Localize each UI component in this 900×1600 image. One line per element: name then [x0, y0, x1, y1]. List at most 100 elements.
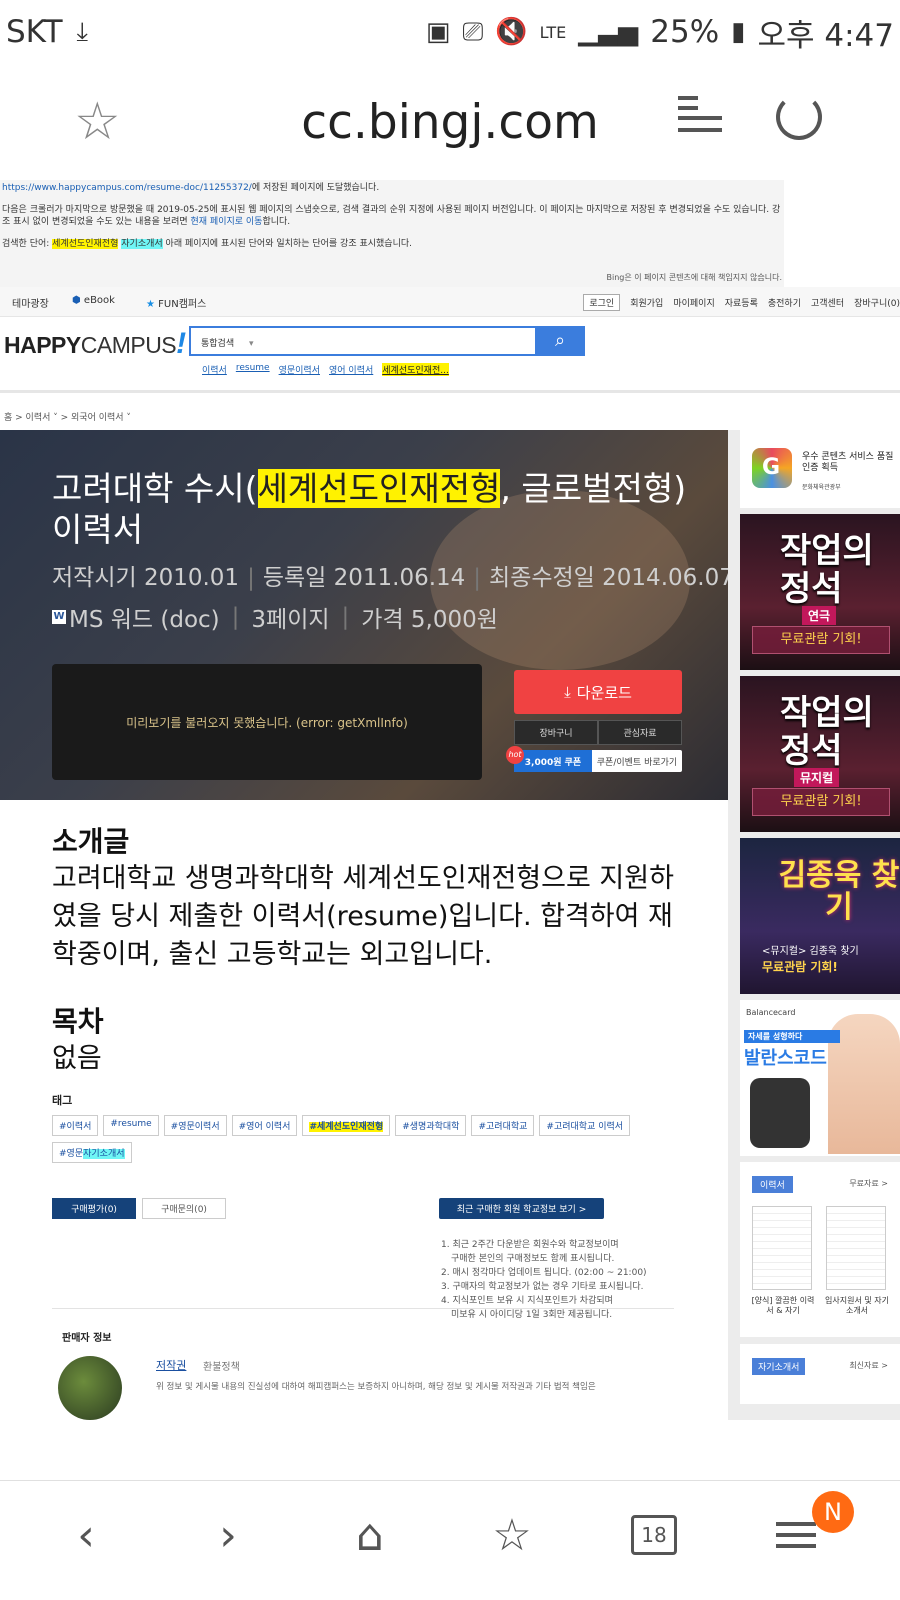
ad-kimjongwook[interactable]: 김종욱 찾기 <뮤지컬> 김종욱 찾기 무료관람 기회! [740, 838, 900, 994]
tag[interactable]: #resume [103, 1115, 159, 1136]
intro-badge[interactable]: 자기소개서 [752, 1358, 806, 1375]
download-icon: ⤓ [76, 16, 89, 47]
tag[interactable]: #영어 이력서 [231, 1115, 298, 1136]
tag[interactable]: #생명과학대학 [395, 1115, 467, 1136]
reload-icon[interactable] [776, 94, 822, 140]
notice-text: 아래 페이지에 표시된 단어와 일치하는 단어를 강조 표시했습니다. [162, 239, 412, 249]
seller-name-link[interactable]: 저작권 [156, 1357, 186, 1373]
bing-cache-notice: https://www.happycampus.com/resume-doc/1… [0, 180, 784, 287]
login-button[interactable]: 로그인 [583, 294, 621, 311]
ad-cta: 무료관람 기회! [752, 788, 890, 816]
tag-list: #이력서 #resume #영문이력서 #영어 이력서 #세계선도인재전형 #생… [52, 1115, 692, 1163]
interest-button[interactable]: 관심자료 [598, 720, 682, 745]
forms-badge[interactable]: 이력서 [752, 1176, 793, 1193]
bookmarks-icon[interactable]: ☆ [480, 1503, 544, 1567]
support-link[interactable]: 고객센터 [811, 296, 844, 309]
form-thumbnail[interactable] [826, 1206, 886, 1290]
keyword-link[interactable]: 이력서 [202, 363, 227, 376]
note-line: 미보유 시 아이디당 1일 3회만 제공됩니다. [451, 1310, 613, 1320]
mute-icon: 🔇 [495, 17, 528, 47]
title-highlight: 세계선도인재전형 [257, 469, 501, 508]
note-line: 1. 최근 2주간 다운받은 회원수와 학교정보이며 [441, 1240, 619, 1250]
document-dates: 저작시기 2010.01 | 등록일 2011.06.14 | 최종수정일 2014.0… [52, 558, 728, 592]
recent-buyers-notes: 1. 최근 2주간 다운받은 회원수와 학교정보이며 구매한 본인의 구매정보도… [441, 1238, 647, 1322]
search-box[interactable]: 통합검색 ▾ [189, 326, 537, 356]
hot-badge: hot [506, 746, 524, 764]
keyword-link[interactable]: resume [236, 363, 270, 376]
keyword-link[interactable]: 영어 이력서 [329, 363, 373, 376]
seller-avatar[interactable] [58, 1356, 122, 1420]
ad-balancecode[interactable]: Balancecard 자세를 성형하다 발란스코드 [740, 1000, 900, 1156]
keyword-link[interactable]: 세계선도인재전... [382, 363, 449, 376]
coupon-amount: 3,000원 쿠폰 [514, 750, 592, 772]
tabs-button[interactable]: 18 [622, 1503, 686, 1567]
search-button[interactable]: ⌕ [535, 326, 585, 356]
tab-inquiries[interactable]: 구매문의(0) [142, 1198, 226, 1219]
battery-percent: 25% [650, 14, 720, 50]
nav-ebook[interactable]: ⬢ eBook [72, 295, 115, 306]
happycampus-logo[interactable]: HAPPYCAMPUS! [4, 327, 186, 361]
charge-link[interactable]: 충전하기 [768, 296, 801, 309]
refund-policy-link[interactable]: 환불정책 [203, 1358, 240, 1373]
source-url-link[interactable]: https://www.happycampus.com/resume-doc/1… [2, 183, 252, 193]
seller-heading: 판매자 정보 [62, 1333, 112, 1344]
modified-date: 최종수정일 2014.06.07 [489, 565, 728, 591]
forward-icon[interactable]: › [196, 1503, 260, 1567]
ad-slogan: 자세를 성형하다 [744, 1030, 840, 1043]
forms-more-link[interactable]: 무료자료 > [849, 1178, 888, 1189]
intro-heading: 소개글 [52, 825, 130, 858]
coupon-banner[interactable]: 3,000원 쿠폰 쿠폰/이벤트 바로가기 [514, 750, 682, 772]
bookmark-star-icon[interactable]: ☆ [74, 92, 121, 152]
bing-disclaimer: Bing은 이 페이지 콘텐츠에 대해 책임지지 않습니다. [606, 273, 783, 282]
form-caption[interactable]: 입사지원서 및 자기소개서 [822, 1296, 892, 1316]
cart-link[interactable]: 장바구니(0) [854, 296, 900, 309]
cart-button[interactable]: 장바구니 [514, 720, 598, 745]
current-page-link[interactable]: 현재 페이지로 이동 [191, 217, 263, 227]
ad-product-image [750, 1078, 810, 1148]
upload-link[interactable]: 자료등록 [725, 296, 758, 309]
reader-mode-icon[interactable] [678, 96, 722, 136]
recent-buyers-button[interactable]: 최근 구매한 회원 학교정보 보기 > [439, 1198, 604, 1219]
document-title: 고려대학 수시(세계선도인재전형, 글로벌전형) 이력서 [52, 468, 692, 550]
security-icon: ▣ [425, 17, 451, 47]
quality-cert-banner[interactable]: 우수 콘텐츠 서비스 품질인증 획득 문화체육관광부 [740, 430, 900, 508]
ad-brand: Balancecard [746, 1008, 796, 1017]
tag[interactable]: #세계선도인재전형 [302, 1115, 391, 1136]
search-term: 세계선도인재전형 [52, 239, 119, 249]
ad-musical[interactable]: 작업의 정석 뮤지컬 무료관람 기회! [740, 676, 900, 832]
breadcrumb[interactable]: 홈 > 이력서 ˅ > 외국어 이력서 ˅ [4, 410, 131, 423]
mypage-link[interactable]: 마이페이지 [673, 296, 714, 309]
url-text[interactable]: cc.bingj.com [301, 95, 599, 150]
document-hero: 고려대학 수시(세계선도인재전형, 글로벌전형) 이력서 저작시기 2010.0… [0, 430, 728, 800]
intro-more-link[interactable]: 최신자료 > [849, 1360, 888, 1371]
nav-theme[interactable]: 테마광장 [12, 295, 49, 310]
form-thumbnail[interactable] [752, 1206, 812, 1290]
document-info: W MS 워드 (doc) | 3페이지 | 가격 5,000원 [52, 600, 498, 634]
tabs-count: 18 [631, 1515, 677, 1555]
coupon-link[interactable]: 쿠폰/이벤트 바로가기 [592, 750, 682, 772]
lte-label: LTE [539, 22, 567, 42]
word-file-icon: W [52, 610, 66, 624]
form-caption[interactable]: [양식] 깔끔한 이력서 & 자기 [748, 1296, 818, 1316]
search-category-select[interactable]: 통합검색 ▾ [201, 336, 254, 349]
ad-cta: 무료관람 기회! [762, 960, 838, 974]
download-icon: ⤓ [564, 683, 571, 701]
tag[interactable]: #고려대학교 [471, 1115, 535, 1136]
ad-play[interactable]: 작업의 정석 연극 무료관람 기회! [740, 514, 900, 670]
cert-logo-icon [752, 448, 792, 488]
back-icon[interactable]: ‹ [54, 1503, 118, 1567]
tag[interactable]: #고려대학교 이력서 [539, 1115, 631, 1136]
home-icon[interactable]: ⌂ [338, 1503, 402, 1567]
tag[interactable]: #영문자기소개서 [52, 1142, 132, 1163]
keyword-link[interactable]: 영문이력서 [279, 363, 320, 376]
nav-fun[interactable]: ★ FUN캠퍼스 [146, 295, 206, 310]
download-button[interactable]: ⤓ 다운로드 [514, 670, 682, 714]
logo-text: HAPPY [4, 332, 81, 358]
tab-reviews[interactable]: 구매평가(0) [52, 1198, 136, 1219]
nav-fun-label: FUN캠퍼스 [158, 299, 207, 310]
note-line: 4. 지식포인트 보유 시 지식포인트가 차감되며 [441, 1296, 613, 1306]
signup-link[interactable]: 회원가입 [630, 296, 663, 309]
ad-title: 발란스코드 [744, 1048, 827, 1069]
tag[interactable]: #영문이력서 [163, 1115, 227, 1136]
tag[interactable]: #이력서 [52, 1115, 99, 1136]
